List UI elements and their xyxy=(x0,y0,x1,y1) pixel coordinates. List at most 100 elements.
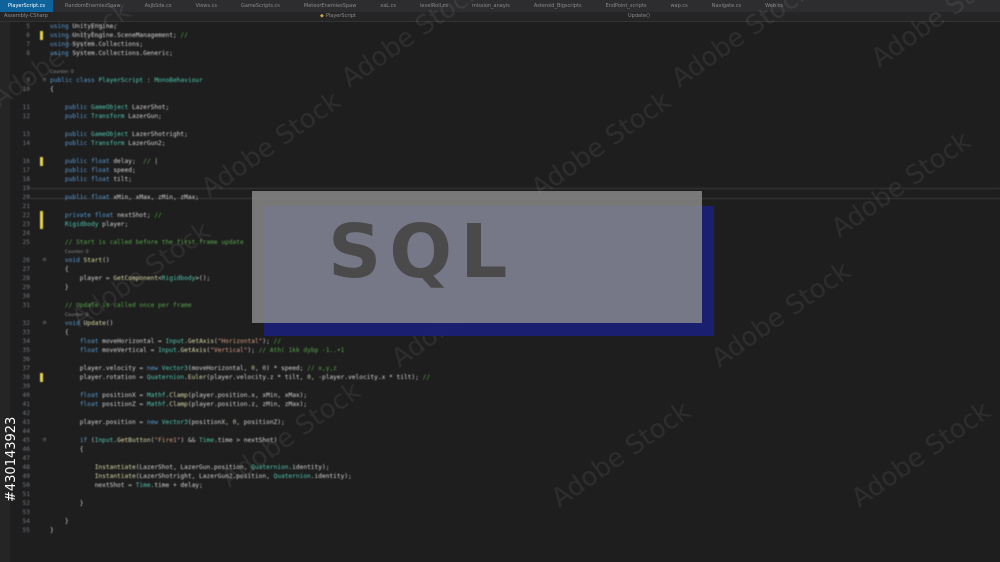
code-line[interactable]: 5 using UnityEngine; xyxy=(10,22,1000,31)
code-text: nextShot = Time.time + delay; xyxy=(50,482,203,489)
tab-9[interactable]: Asteroid_Bigscripts xyxy=(522,0,594,12)
code-line[interactable]: 44 xyxy=(10,427,1000,436)
code-line[interactable]: 12 public Transform LazerGun; xyxy=(10,112,1000,121)
line-number: 53 xyxy=(22,509,30,516)
line-number: 55 xyxy=(22,527,30,534)
tab-4[interactable]: GameScripts.cs xyxy=(229,0,292,12)
code-text: { xyxy=(50,446,84,453)
code-text: Instantiate(LazerShot, LazerGun.position… xyxy=(94,464,330,471)
code-text: } xyxy=(50,518,69,525)
line-number: 13 xyxy=(22,131,30,138)
code-line[interactable]: 9 ⊟ public class PlayerScript : MonoBehavi… xyxy=(10,76,1000,85)
fold-toggle-icon[interactable]: ⊟ xyxy=(43,436,46,445)
code-line[interactable]: 16 public float delay; // | xyxy=(10,157,1000,166)
code-line[interactable]: 36 xyxy=(10,355,1000,364)
code-line[interactable] xyxy=(10,121,1000,130)
code-line[interactable]: 37 player.velocity = new Vector3(moveHor… xyxy=(10,364,1000,373)
code-line[interactable]: 6 using UnityEngine.SceneManagement; // xyxy=(10,31,1000,40)
editor-tab-bar: PlayerScript.cs RandomEnemiesSpaw AsjbSde.… xyxy=(0,0,1000,12)
line-number: 18 xyxy=(22,176,30,183)
code-line[interactable]: 40 float positionX = Mathf.Clamp(player.… xyxy=(10,391,1000,400)
code-line[interactable]: 17 public float speed; xyxy=(10,166,1000,175)
code-line[interactable]: 47 xyxy=(10,454,1000,463)
class-icon: ◆ xyxy=(320,13,324,19)
code-line[interactable] xyxy=(10,94,1000,103)
code-line[interactable] xyxy=(10,148,1000,157)
line-number: 28 xyxy=(22,275,30,282)
line-number: 24 xyxy=(22,230,30,237)
code-text: public float delay; // | xyxy=(64,158,159,165)
title-card: SQL xyxy=(252,191,702,323)
tab-11[interactable]: wap.cs xyxy=(658,0,699,12)
class-dropdown[interactable]: ◆ PlayerScript xyxy=(320,13,356,19)
change-marker xyxy=(40,211,43,220)
member-dropdown[interactable]: Update() xyxy=(628,13,650,19)
tab-12[interactable]: Navigate.cs xyxy=(700,0,753,12)
code-line[interactable]: 14 public Transform LazerGun2; xyxy=(10,139,1000,148)
line-number: 27 xyxy=(22,266,30,273)
code-text: public GameObject LazerShot; xyxy=(64,104,170,111)
line-number: 19 xyxy=(22,185,30,192)
code-line[interactable]: Counter: 0 xyxy=(10,67,1000,76)
tab-10[interactable]: EndPoint_scripts xyxy=(593,0,658,12)
line-number: 23 xyxy=(22,221,30,228)
code-text: float moveHorizontal = Input.GetAxis("Ho… xyxy=(79,338,282,345)
line-number: 7 xyxy=(26,41,30,48)
line-number: 30 xyxy=(22,293,30,300)
tab-3[interactable]: Views.cs xyxy=(184,0,229,12)
code-line[interactable]: 7 using System.Collections; xyxy=(10,40,1000,49)
tab-0[interactable]: PlayerScript.cs xyxy=(0,0,54,12)
project-dropdown[interactable]: Assembly-CSharp xyxy=(4,13,48,19)
tab-6[interactable]: xaL.cs xyxy=(368,0,408,12)
code-line[interactable]: 52 } xyxy=(10,499,1000,508)
code-line[interactable]: 49 Instantiate(LazerShotright, LazerGun2… xyxy=(10,472,1000,481)
change-marker xyxy=(40,373,43,382)
code-line[interactable]: 55} xyxy=(10,526,1000,535)
code-text: public GameObject LazerShotright; xyxy=(64,131,188,138)
code-line[interactable]: 13 public GameObject LazerShotright; xyxy=(10,130,1000,139)
tab-2[interactable]: AsjbSde.cs xyxy=(133,0,184,12)
code-line[interactable]: 41 float positionZ = Mathf.Clamp(player.… xyxy=(10,400,1000,409)
line-number: 54 xyxy=(22,518,30,525)
line-number: 8 xyxy=(26,50,30,57)
code-line[interactable]: 11 public GameObject LazerShot; xyxy=(10,103,1000,112)
code-text: public float xMin, xMax, zMin, zMax; xyxy=(64,194,200,201)
code-line[interactable]: 53 xyxy=(10,508,1000,517)
code-text: public float speed; xyxy=(64,167,136,174)
code-text: player.rotation = Quaternion.Euler(playe… xyxy=(50,374,431,381)
fold-toggle-icon[interactable]: ⊟ xyxy=(43,256,46,265)
code-text: if (Input.GetButton("Fire1") && Time.tim… xyxy=(79,437,278,444)
code-text: } xyxy=(50,500,84,507)
code-line[interactable]: 45 ⊟ if (Input.GetButton("Fire1") && Time… xyxy=(10,436,1000,445)
line-number: 21 xyxy=(22,203,30,210)
code-line[interactable]: 10{ xyxy=(10,85,1000,94)
code-line[interactable] xyxy=(10,58,1000,67)
code-line[interactable]: 42 xyxy=(10,409,1000,418)
code-text: void Start() xyxy=(64,257,110,264)
code-line[interactable]: 54 } xyxy=(10,517,1000,526)
code-line[interactable]: 38 player.rotation = Quaternion.Euler(pl… xyxy=(10,373,1000,382)
stock-id-label: #430143923 xyxy=(4,416,19,502)
line-number: 29 xyxy=(22,284,30,291)
tab-5[interactable]: MeteorEnemiesSpaw xyxy=(292,0,368,12)
code-text: Rigidbody player; xyxy=(64,221,129,228)
line-number: 11 xyxy=(22,104,30,111)
code-text: { xyxy=(50,266,69,273)
code-line[interactable]: 43 player.position = new Vector3(positio… xyxy=(10,418,1000,427)
code-line[interactable]: 39 xyxy=(10,382,1000,391)
fold-toggle-icon[interactable]: ⊟ xyxy=(43,319,46,328)
code-line[interactable]: 18 public float tilt; xyxy=(10,175,1000,184)
code-text: private float nextShot; // xyxy=(64,212,162,219)
screen: PlayerScript.cs RandomEnemiesSpaw AsjbSde.… xyxy=(0,0,1000,562)
line-number: 14 xyxy=(22,140,30,147)
code-text: public Transform LazerGun; xyxy=(64,113,162,120)
line-number: 20 xyxy=(22,194,30,201)
code-text: { xyxy=(50,329,69,336)
code-line[interactable]: 8 using System.Collections.Generic; xyxy=(10,49,1000,58)
code-text: player.position = new Vector3(positionX,… xyxy=(50,419,285,426)
code-line[interactable]: 46 { xyxy=(10,445,1000,454)
code-line[interactable]: 34 float moveHorizontal = Input.GetAxis(… xyxy=(10,337,1000,346)
code-line[interactable]: 35 float moveVertical = Input.GetAxis("V… xyxy=(10,346,1000,355)
code-line[interactable]: 48 Instantiate(LazerShot, LazerGun.posit… xyxy=(10,463,1000,472)
line-number: 16 xyxy=(22,158,30,165)
